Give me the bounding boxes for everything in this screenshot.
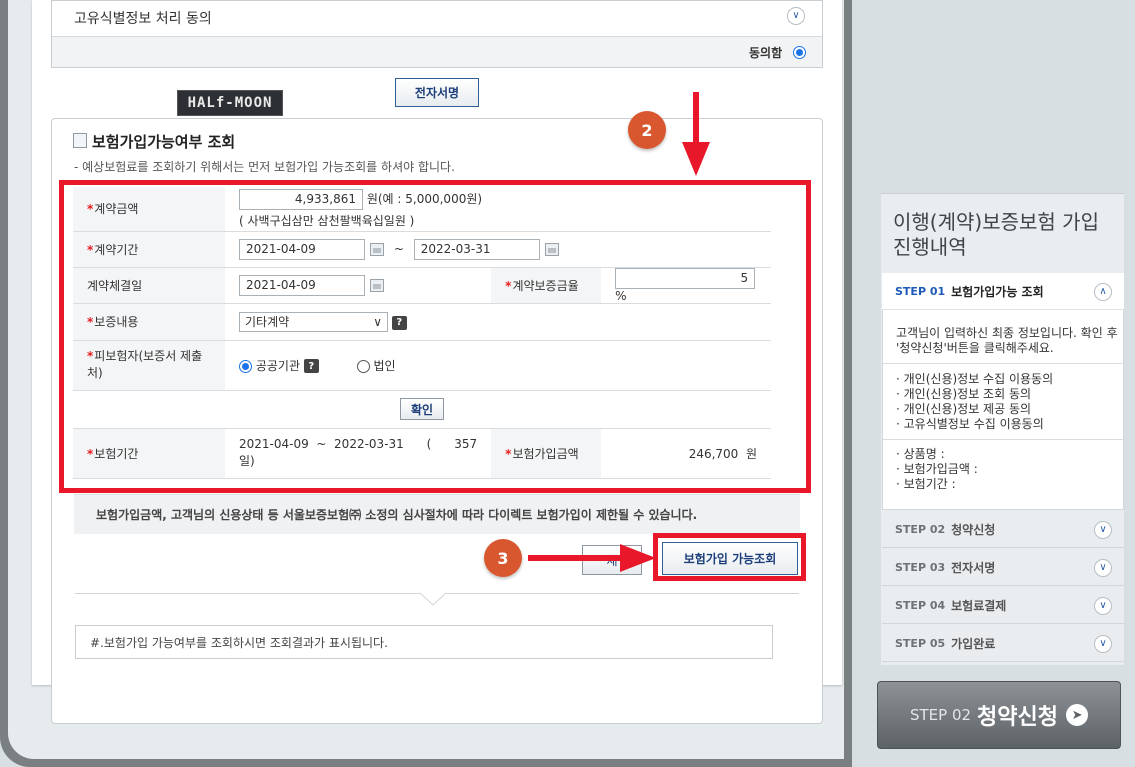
divider-notch <box>420 592 446 606</box>
highlight-box-form <box>59 180 811 493</box>
notice-text: 보험가입금액, 고객님의 신용상태 등 서울보증보험㈜ 소정의 심사절차에 따라… <box>74 494 800 534</box>
chevron-down-icon[interactable]: ∨ <box>1094 521 1112 539</box>
agreed-label: 동의함 <box>749 46 783 60</box>
step-name: 전자서명 <box>951 560 996 575</box>
result-area: #.보험가입 가능여부를 조회하시면 조회결과가 표시됩니다. <box>75 625 773 659</box>
highlight-box-button <box>653 533 806 581</box>
chevron-down-icon[interactable]: ∨ <box>787 7 805 25</box>
chevron-down-icon[interactable]: ∨ <box>1094 597 1112 615</box>
consent-item: 고유식별정보 수집 이용동의 <box>903 417 1044 431</box>
step-badge-3: 3 <box>484 539 522 577</box>
inquiry-title: 보험가입가능여부 조회 <box>92 133 236 151</box>
step-03[interactable]: STEP 03 전자서명 ∨ <box>882 549 1124 586</box>
inquiry-note: - 예상보험료를 조회하기 위해서는 먼저 보험가입 가능조회를 하셔야 합니다… <box>74 160 455 174</box>
document-icon <box>73 133 87 148</box>
step-name: 가입완료 <box>951 636 996 651</box>
step-name: 보험가입가능 조회 <box>951 284 1044 299</box>
agreement-bar <box>52 36 822 67</box>
step-number: STEP 05 <box>895 636 946 650</box>
chevron-up-icon[interactable]: ∧ <box>1094 283 1112 301</box>
consent-item: 개인(신용)정보 조회 동의 <box>903 387 1032 401</box>
e-sign-button[interactable]: 전자서명 <box>395 78 479 107</box>
step-01[interactable]: STEP 01 보험가입가능 조회 ∧ <box>882 273 1124 310</box>
step-name: 청약신청 <box>951 522 996 537</box>
step-name: 보험료결제 <box>951 598 1007 613</box>
step-04[interactable]: STEP 04 보험료결제 ∨ <box>882 587 1124 624</box>
step-number: STEP 02 <box>895 522 946 536</box>
subscription-request-button[interactable]: STEP 02 청약신청 ➤ <box>877 681 1121 749</box>
step-02[interactable]: STEP 02 청약신청 ∨ <box>882 511 1124 548</box>
step-number: STEP 03 <box>895 560 946 574</box>
arrow-right-icon <box>528 544 656 572</box>
summary-list: · 상품명 : · 보험가입금액 : · 보험기간 : <box>896 447 978 491</box>
half-moon-logo: HALf-MOON <box>177 90 283 116</box>
big-button-step: STEP 02 <box>909 706 972 724</box>
consent-item: 개인(신용)정보 수집 이용동의 <box>903 372 1054 386</box>
sidebar-title: 이행(계약)보증보험 가입 진행내역 <box>893 210 1099 259</box>
step-number: STEP 01 <box>895 284 946 298</box>
divider <box>883 439 1123 440</box>
summary-item: 보험기간 : <box>903 477 956 491</box>
summary-item: 보험가입금액 : <box>903 462 978 476</box>
agree-radio[interactable] <box>793 46 806 59</box>
step-01-description: 고객님이 입력하신 최종 정보입니다. 확인 후 '청약신청'버튼을 클릭해주세… <box>896 326 1118 355</box>
step-badge-2: 2 <box>628 111 666 149</box>
chevron-down-icon[interactable]: ∨ <box>1094 559 1112 577</box>
consent-list: · 개인(신용)정보 수집 이용동의 · 개인(신용)정보 조회 동의 · 개인… <box>896 372 1054 431</box>
chevron-down-icon[interactable]: ∨ <box>1094 635 1112 653</box>
consent-item: 개인(신용)정보 제공 동의 <box>903 402 1032 416</box>
step-number: STEP 04 <box>895 598 946 612</box>
big-button-label: 청약신청 <box>977 705 1059 730</box>
agreement-title: 고유식별정보 처리 동의 <box>74 11 212 27</box>
arrow-down-icon <box>682 92 710 176</box>
step-05[interactable]: STEP 05 가입완료 ∨ <box>882 625 1124 662</box>
arrow-right-circle-icon: ➤ <box>1066 704 1089 726</box>
step-01-details: 고객님이 입력하신 최종 정보입니다. 확인 후 '청약신청'버튼을 클릭해주세… <box>882 310 1124 510</box>
divider <box>883 363 1123 364</box>
summary-item: 상품명 : <box>903 447 945 461</box>
